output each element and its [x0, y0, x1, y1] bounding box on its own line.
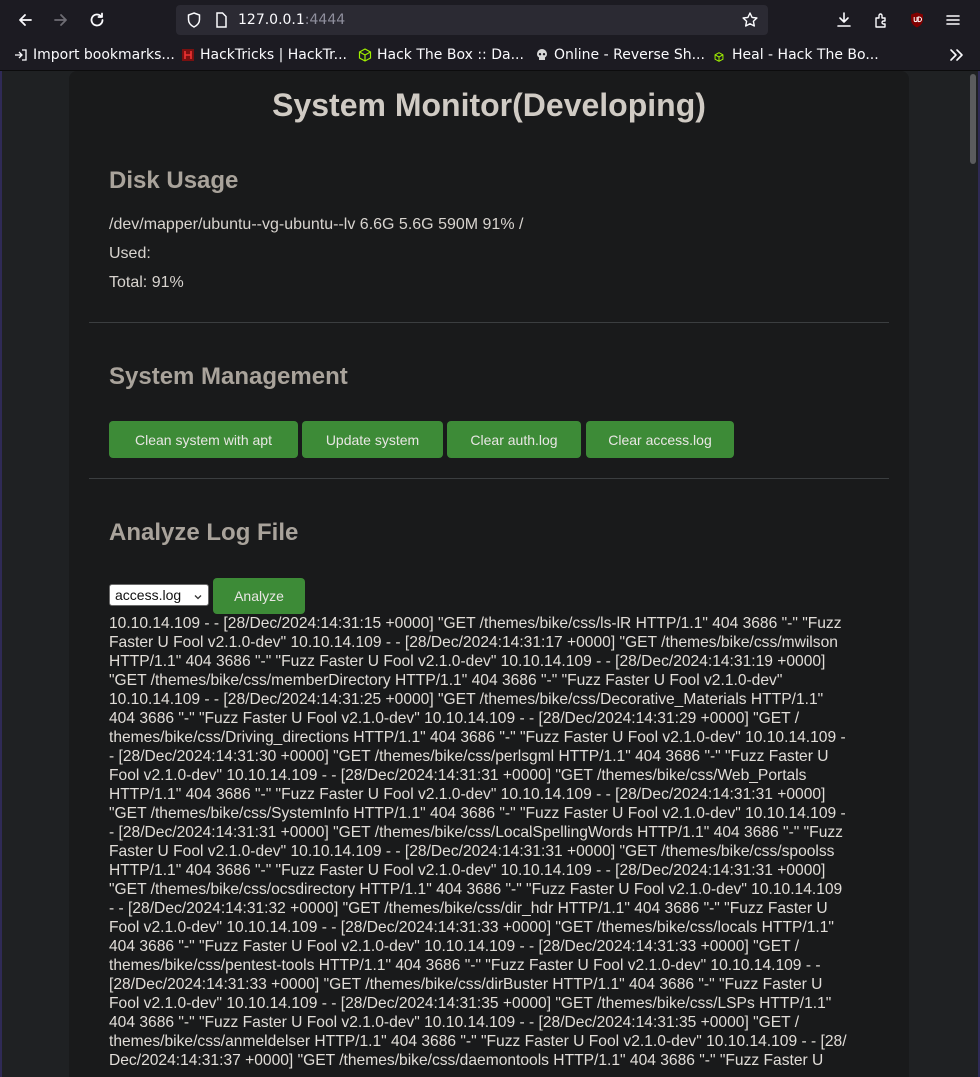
log-line: HTTP/1.1" 404 3686 "-" "Fuzz Faster U Fo… — [109, 653, 826, 670]
log-line: "GET /themes/bike/css/ocsdirectory HTTP/… — [109, 881, 843, 898]
url-bar[interactable]: 127.0.0.1:4444 — [176, 5, 768, 35]
log-line: 404 3686 "-" "Fuzz Faster U Fool v2.1.0-… — [109, 938, 800, 955]
log-line: 404 3686 "-" "Fuzz Faster U Fool v2.1.0-… — [109, 710, 800, 727]
chevron-more-bookmarks-icon[interactable] — [944, 43, 968, 67]
system-management-heading: System Management — [109, 363, 348, 390]
log-line: Dec/2024:14:31:37 +0000] "GET /themes/bi… — [109, 1052, 824, 1069]
clear-auth-log-button[interactable]: Clear auth.log — [447, 421, 581, 458]
hacktricks-logo-icon — [181, 48, 195, 62]
log-line: themes/bike/css/pentest-tools HTTP/1.1" … — [109, 957, 821, 974]
log-file-select[interactable]: access.log — [109, 584, 209, 606]
disk-total-label: Total: 91% — [109, 274, 184, 291]
log-line: themes/bike/css/Driving_directions HTTP/… — [109, 729, 846, 746]
log-line: HTTP/1.1" 404 3686 "-" "Fuzz Faster U Fo… — [109, 862, 826, 879]
log-line: 404 3686 "-" "Fuzz Faster U Fool v2.1.0-… — [109, 1014, 800, 1031]
log-line: - - [28/Dec/2024:14:31:32 +0000] "GET /t… — [109, 900, 828, 917]
browser-toolbar: 127.0.0.1:4444 — [0, 0, 980, 40]
page-icon[interactable] — [209, 8, 233, 32]
log-line: Faster U Fool v2.1.0-dev" 10.10.14.109 -… — [109, 843, 835, 860]
log-output: 10.10.14.109 - - [28/Dec/2024:14:31:15 +… — [109, 614, 869, 1070]
log-line: "GET /themes/bike/css/memberDirectory HT… — [109, 672, 783, 689]
bookmark-hackthebox-dashboard[interactable]: Hack The Box :: Da... — [358, 46, 524, 64]
bookmark-hacktricks[interactable]: HackTricks | HackTr... — [181, 46, 347, 64]
bookmarks-bar: Import bookmarks... HackTricks | HackTr.… — [0, 40, 980, 71]
analyze-log-heading: Analyze Log File — [109, 519, 299, 546]
hackthebox-cube-icon — [358, 48, 372, 62]
log-line: Fool v2.1.0-dev" 10.10.14.109 - - [28/De… — [109, 919, 834, 936]
forward-arrow-icon[interactable] — [49, 8, 73, 32]
url-text[interactable]: 127.0.0.1:4444 — [238, 12, 345, 28]
clean-system-apt-button[interactable]: Clean system with apt — [109, 421, 298, 458]
log-line: "GET /themes/bike/css/SystemInfo HTTP/1.… — [109, 805, 846, 822]
log-line: Faster U Fool v2.1.0-dev" 10.10.14.109 -… — [109, 634, 838, 651]
ublock-shield-icon[interactable] — [905, 8, 929, 32]
reload-icon[interactable] — [85, 8, 109, 32]
section-divider — [89, 478, 889, 479]
log-line: 10.10.14.109 - - [28/Dec/2024:14:31:25 +… — [109, 691, 824, 708]
disk-used-label: Used: — [109, 245, 151, 262]
hackthebox-cube-icon — [714, 50, 724, 62]
back-arrow-icon[interactable] — [13, 8, 37, 32]
bookmark-import[interactable]: Import bookmarks... — [14, 46, 175, 64]
page-scrollbar[interactable] — [970, 74, 976, 164]
import-icon — [14, 48, 28, 62]
section-divider — [89, 322, 889, 323]
page-edge — [0, 71, 2, 1077]
log-line: - [28/Dec/2024:14:31:30 +0000] "GET /the… — [109, 748, 829, 765]
main-container: System Monitor(Developing) Disk Usage /d… — [69, 71, 909, 1077]
update-system-button[interactable]: Update system — [302, 421, 443, 458]
log-line: Fool v2.1.0-dev" 10.10.14.109 - - [28/De… — [109, 995, 832, 1012]
menu-icon[interactable] — [941, 8, 965, 32]
log-line: Fool v2.1.0-dev" 10.10.14.109 - - [28/De… — [109, 767, 807, 784]
log-line: themes/bike/css/anmeldelser HTTP/1.1" 40… — [109, 1033, 847, 1050]
downloads-icon[interactable] — [832, 8, 856, 32]
skull-icon — [535, 48, 549, 62]
log-line: 10.10.14.109 - - [28/Dec/2024:14:31:15 +… — [109, 615, 842, 632]
shield-icon[interactable] — [182, 8, 206, 32]
log-line: - [28/Dec/2024:14:31:31 +0000] "GET /the… — [109, 824, 843, 841]
log-line: HTTP/1.1" 404 3686 "-" "Fuzz Faster U Fo… — [109, 786, 826, 803]
bookmark-heal-hackthebox[interactable]: Heal - Hack The Bo... — [714, 46, 879, 64]
extensions-icon[interactable] — [869, 8, 893, 32]
chevron-down-icon — [193, 589, 203, 600]
disk-usage-heading: Disk Usage — [109, 167, 239, 194]
page-title: System Monitor(Developing) — [272, 87, 706, 123]
disk-usage-line: /dev/mapper/ubuntu--vg-ubuntu--lv 6.6G 5… — [109, 216, 524, 233]
bookmark-reverse-shell[interactable]: Online - Reverse Sh... — [535, 46, 705, 64]
analyze-button[interactable]: Analyze — [213, 578, 305, 614]
clear-access-log-button[interactable]: Clear access.log — [586, 421, 734, 458]
log-line: [28/Dec/2024:14:31:33 +0000] "GET /theme… — [109, 976, 823, 993]
bookmark-star-icon[interactable] — [738, 8, 762, 32]
